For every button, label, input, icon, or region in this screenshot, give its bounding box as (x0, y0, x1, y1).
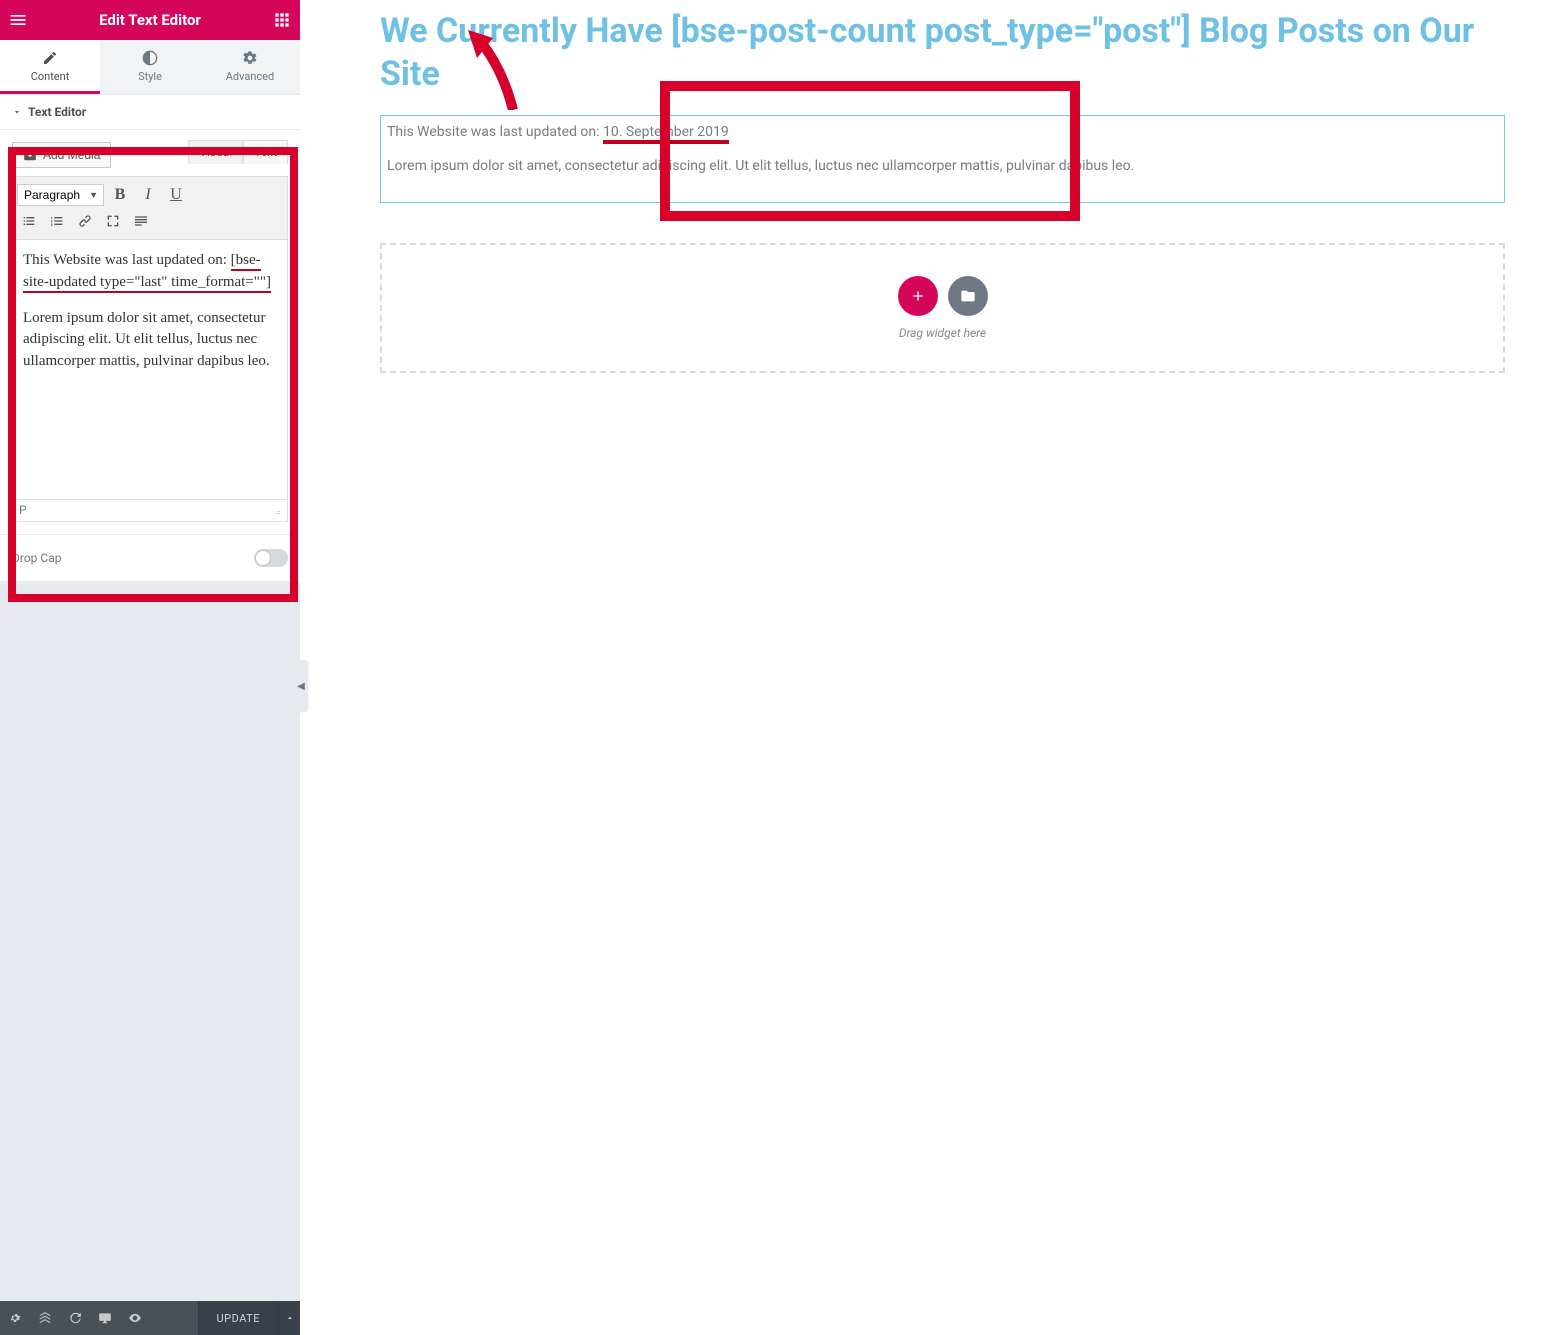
link-button[interactable] (73, 209, 97, 233)
editor-mode-text[interactable]: Text (243, 140, 288, 164)
rte-statusbar: P (12, 500, 288, 522)
panel-body: Add Media Visual Text Paragraph B I U (0, 130, 300, 534)
tab-advanced[interactable]: Advanced (200, 40, 300, 94)
rte-para-1: This Website was last updated on: [bse-s… (23, 250, 277, 294)
rte-para-2: Lorem ipsum dolor sit amet, consectetur … (23, 308, 277, 373)
half-circle-icon (142, 50, 158, 66)
panel-tabs: Content Style Advanced (0, 40, 300, 95)
preview-para-1: This Website was last updated on: 10. Se… (387, 124, 1498, 140)
preview-button[interactable] (120, 1301, 150, 1335)
history-button[interactable] (60, 1301, 90, 1335)
resize-handle-icon[interactable] (269, 503, 281, 518)
italic-button[interactable]: I (136, 183, 160, 207)
apps-icon[interactable] (272, 10, 292, 30)
update-options-button[interactable] (278, 1301, 300, 1335)
rte-path: P (19, 503, 27, 518)
panel-title: Edit Text Editor (28, 11, 272, 29)
folder-icon (960, 288, 976, 304)
dropcap-toggle[interactable] (254, 549, 288, 567)
dropcap-label: Drop Cap (12, 551, 61, 565)
rte-area[interactable]: This Website was last updated on: [bse-s… (12, 240, 288, 500)
preview-para-2: Lorem ipsum dolor sit amet, consectetur … (387, 158, 1498, 174)
editor-mode-visual[interactable]: Visual (188, 140, 243, 164)
update-button[interactable]: UPDATE (198, 1301, 278, 1335)
bullet-list-button[interactable] (17, 209, 41, 233)
plus-icon (910, 288, 926, 304)
fullscreen-button[interactable] (101, 209, 125, 233)
dropcap-row: Drop Cap (0, 534, 300, 581)
rte-toolbar: Paragraph B I U (12, 176, 288, 240)
panel-header: Edit Text Editor (0, 0, 300, 40)
navigator-button[interactable] (30, 1301, 60, 1335)
text-block-widget[interactable]: This Website was last updated on: 10. Se… (380, 115, 1505, 203)
media-icon (23, 148, 37, 162)
editor-mode-tabs: Visual Text (188, 140, 288, 164)
bold-button[interactable]: B (108, 183, 132, 207)
pencil-icon (42, 50, 58, 66)
numbered-list-button[interactable] (45, 209, 69, 233)
underline-button[interactable]: U (164, 183, 188, 207)
settings-button[interactable] (0, 1301, 30, 1335)
drop-section[interactable]: Drag widget here (380, 243, 1505, 373)
add-media-button[interactable]: Add Media (12, 142, 111, 168)
preview-date-underline: 10. September 2019 (603, 124, 729, 144)
sidebar: Edit Text Editor Content Style Advanced … (0, 0, 300, 1335)
bottom-bar: UPDATE (0, 1301, 300, 1335)
canvas: We Currently Have [bse-post-count post_t… (300, 0, 1565, 1335)
section-header[interactable]: Text Editor (0, 95, 300, 130)
template-button[interactable] (948, 276, 988, 316)
format-select[interactable]: Paragraph (17, 184, 104, 206)
page-title: We Currently Have [bse-post-count post_t… (380, 10, 1505, 95)
caret-down-icon (12, 107, 22, 117)
responsive-button[interactable] (90, 1301, 120, 1335)
drop-label: Drag widget here (899, 326, 986, 340)
gear-icon (242, 50, 258, 66)
add-section-button[interactable] (898, 276, 938, 316)
toolbar-toggle-button[interactable] (129, 209, 153, 233)
tab-style[interactable]: Style (100, 40, 200, 94)
tab-content[interactable]: Content (0, 40, 100, 94)
menu-icon[interactable] (8, 10, 28, 30)
